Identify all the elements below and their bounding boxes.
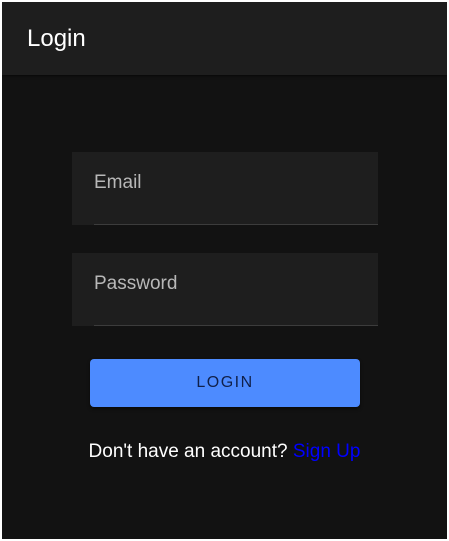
app-bar: Login: [2, 2, 447, 75]
email-field-label: Email: [94, 172, 142, 193]
email-field-underline: [94, 224, 378, 225]
signup-link[interactable]: Sign Up: [293, 441, 361, 462]
password-field-label: Password: [94, 273, 178, 294]
signup-prompt-text: Don't have an account?: [88, 441, 288, 462]
login-screen: Login Email Password LOGIN Don't have an…: [2, 2, 447, 539]
email-field[interactable]: Email: [72, 152, 378, 225]
page-title: Login: [27, 25, 86, 52]
email-input[interactable]: [94, 194, 364, 218]
password-input[interactable]: [94, 295, 364, 319]
login-button[interactable]: LOGIN: [90, 359, 360, 407]
password-field-underline: [94, 325, 378, 326]
signup-prompt-row: Don't have an account? Sign Up: [2, 440, 447, 464]
password-field[interactable]: Password: [72, 253, 378, 326]
